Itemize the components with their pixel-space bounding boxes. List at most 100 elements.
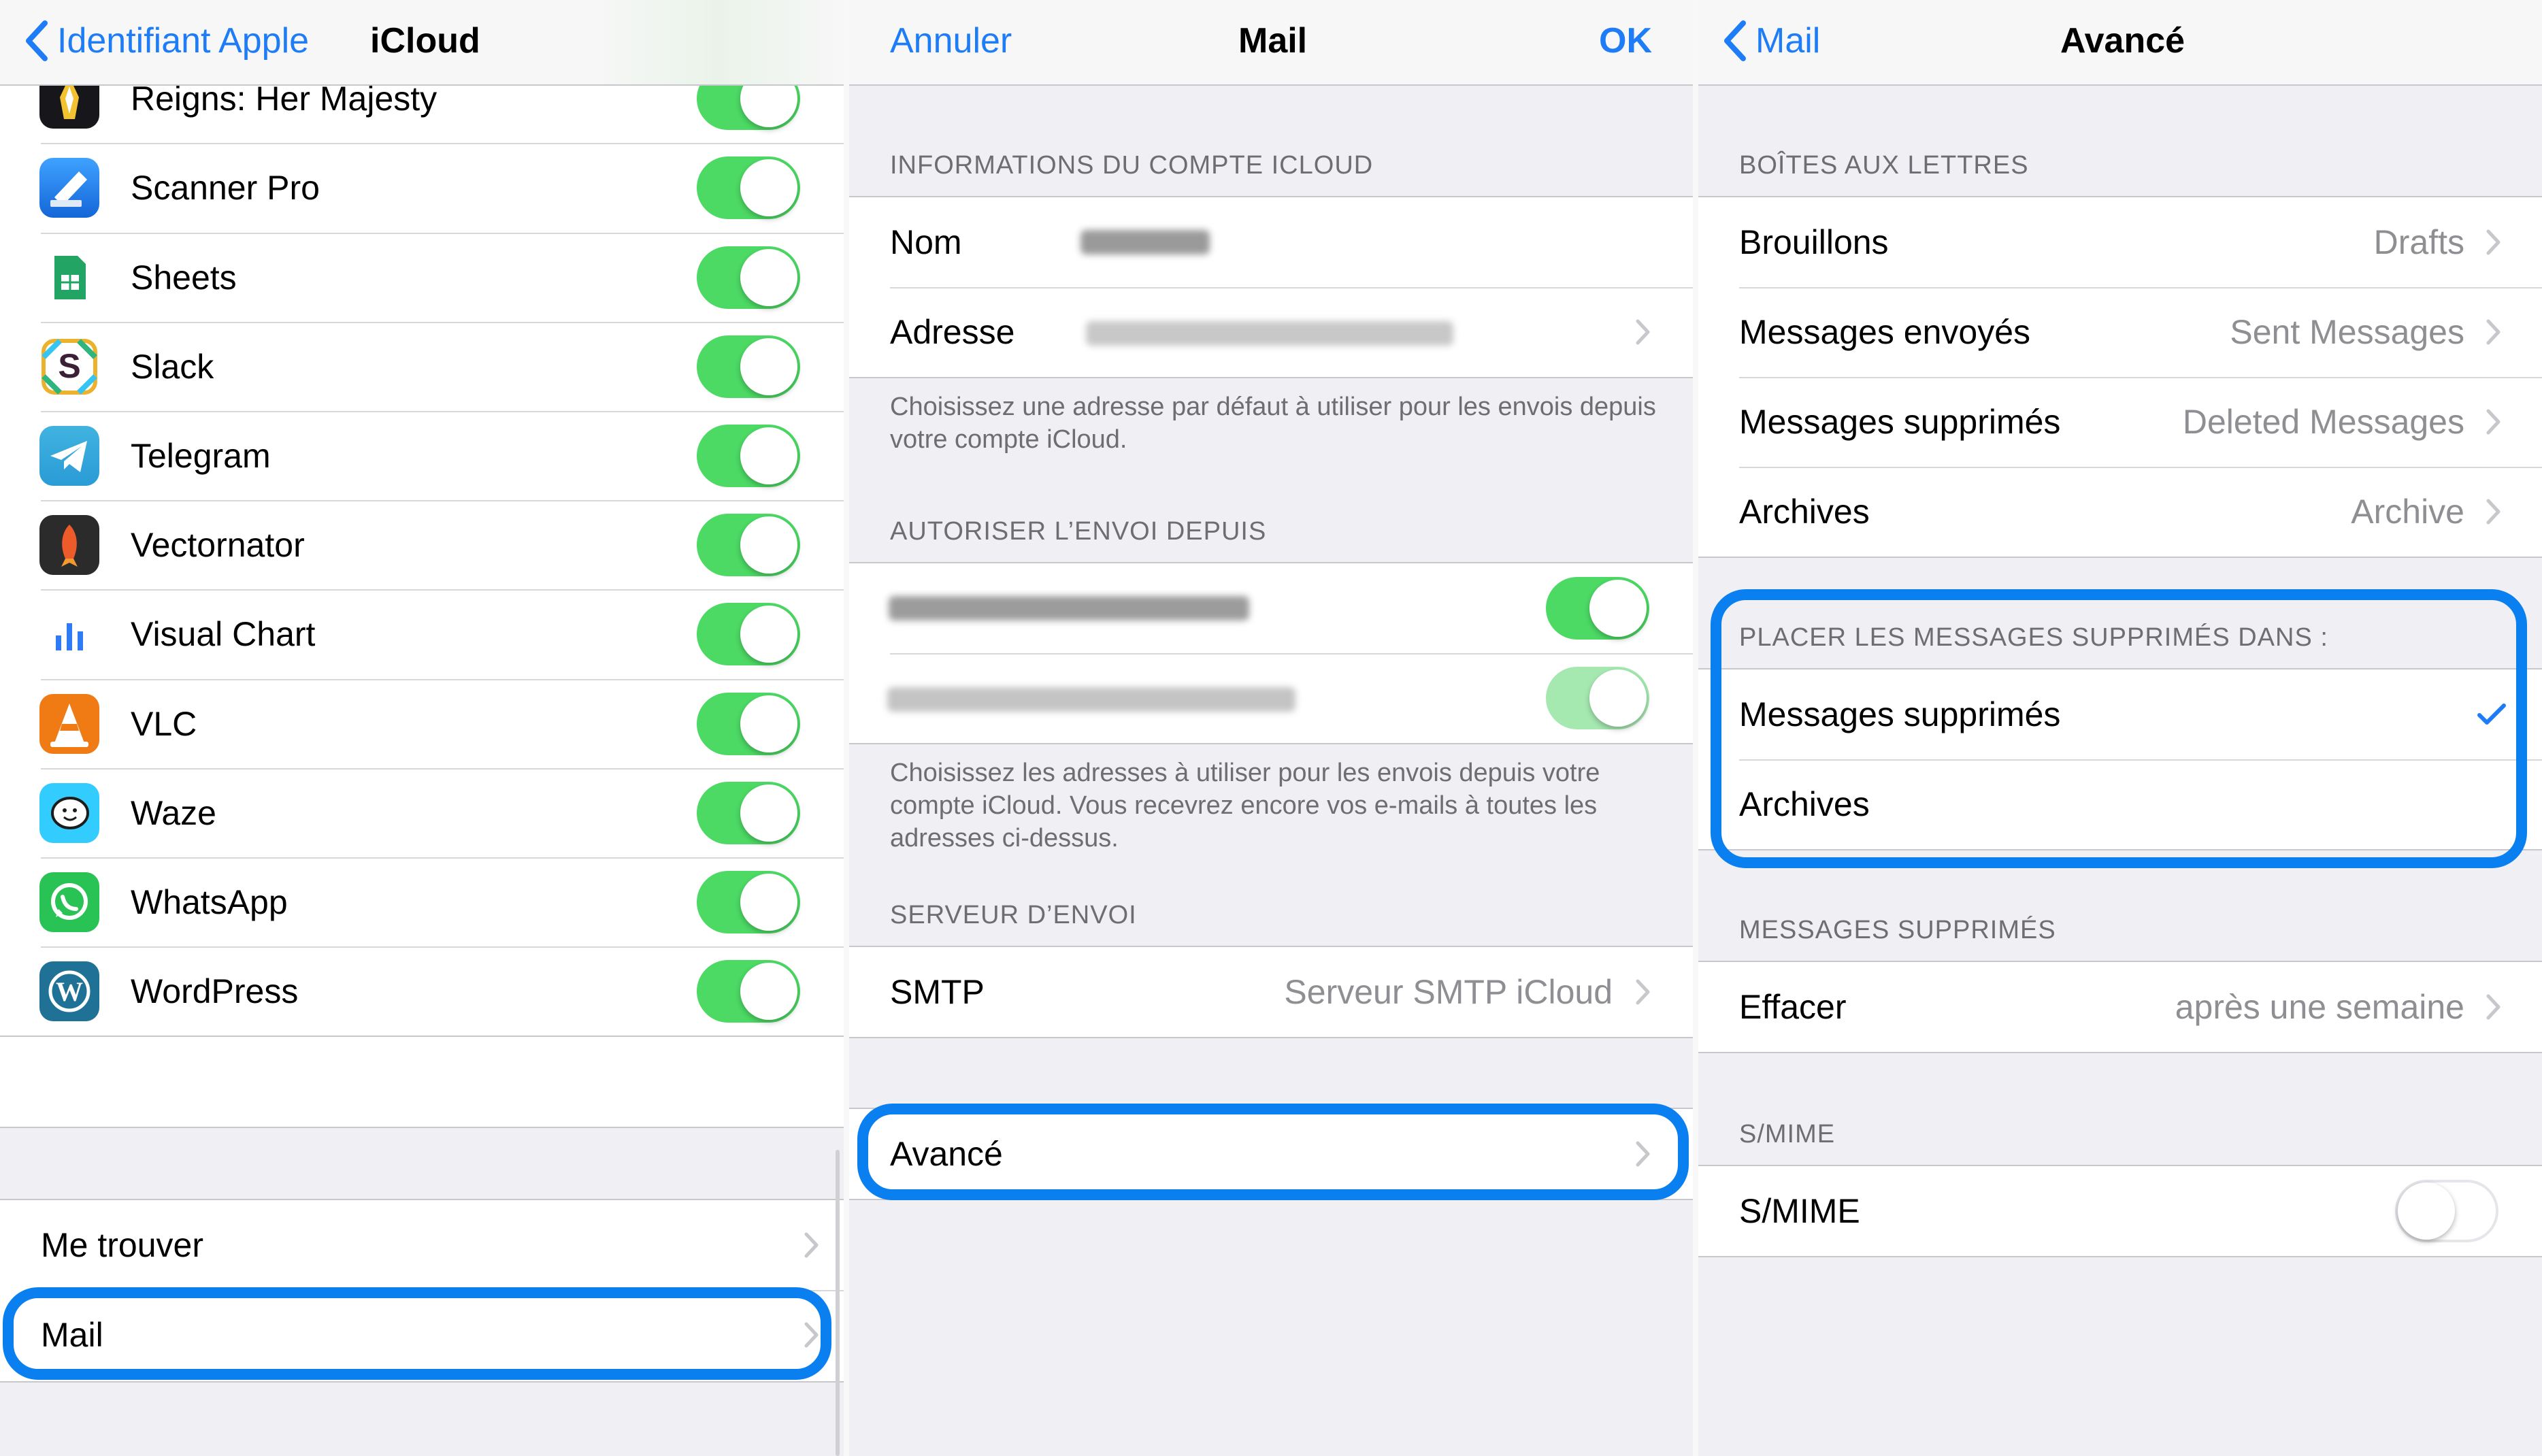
- svg-text:W: W: [56, 976, 83, 1007]
- allow-address-row[interactable]: [849, 653, 1693, 743]
- app-label: WordPress: [131, 972, 299, 1011]
- sheets-icon: [39, 247, 99, 308]
- advanced-row[interactable]: Avancé: [849, 1109, 1693, 1199]
- app-toggle[interactable]: [697, 514, 800, 577]
- app-row-vlc[interactable]: VLC: [0, 678, 844, 769]
- scanner-pro-icon: [39, 158, 99, 218]
- address-footer: Choisissez une adresse par défaut à util…: [890, 393, 1656, 454]
- app-row-vectornator[interactable]: Vectornator: [0, 500, 844, 591]
- advanced-navbar: Mail Avancé: [1698, 0, 2542, 86]
- move-option-row[interactable]: Archives: [1698, 759, 2542, 849]
- erase-row[interactable]: Effacer après une semaine: [1698, 962, 2542, 1052]
- row-divider: [131, 946, 844, 948]
- smime-row[interactable]: S/MIME: [1698, 1166, 2542, 1256]
- mailbox-value: Drafts: [2373, 223, 2464, 261]
- move-option-row[interactable]: Messages supprimés: [1698, 669, 2542, 759]
- whatsapp-icon: [39, 872, 99, 932]
- blurred-name: [1080, 230, 1210, 254]
- name-label: Nom: [890, 223, 962, 261]
- app-toggle[interactable]: [697, 603, 800, 666]
- blurred-address: [887, 687, 1295, 712]
- app-row-wordpress[interactable]: W WordPress: [0, 946, 844, 1037]
- chevron-right-icon: [2486, 409, 2500, 435]
- chevron-right-icon: [2486, 319, 2500, 345]
- row-divider: [131, 589, 844, 591]
- row-divider: [131, 857, 844, 859]
- move-group: Messages supprimés Archives: [1698, 668, 2542, 850]
- mail-label: Mail: [41, 1316, 103, 1354]
- app-row-sheets[interactable]: Sheets: [0, 232, 844, 322]
- app-toggle[interactable]: [697, 960, 800, 1023]
- cancel-button[interactable]: Annuler: [890, 14, 1012, 68]
- svg-text:S: S: [58, 347, 80, 385]
- allow-toggle[interactable]: [1546, 577, 1649, 640]
- server-group: SMTP Serveur SMTP iCloud: [849, 946, 1693, 1038]
- section-header: MESSAGES SUPPRIMÉS: [1739, 916, 2056, 944]
- back-label: Mail: [1755, 21, 1821, 61]
- app-toggle[interactable]: [697, 871, 800, 933]
- app-label: VLC: [131, 704, 197, 743]
- app-label: WhatsApp: [131, 883, 288, 921]
- app-row-waze[interactable]: Waze: [0, 767, 844, 858]
- erase-label: Effacer: [1739, 988, 1847, 1026]
- back-label: Identifiant Apple: [57, 21, 310, 61]
- app-row-telegram[interactable]: Telegram: [0, 411, 844, 501]
- checkmark-icon: [2477, 704, 2506, 725]
- mailbox-label: Archives: [1739, 493, 1870, 531]
- allow-footer: Choisissez les adresses à utiliser pour …: [890, 759, 1600, 853]
- panel-divider: [844, 0, 849, 1456]
- row-divider: [131, 232, 844, 234]
- app-toggle[interactable]: [697, 781, 800, 844]
- mailbox-label: Messages envoyés: [1739, 313, 2031, 351]
- app-row-whatsapp[interactable]: WhatsApp: [0, 857, 844, 947]
- app-toggle[interactable]: [697, 425, 800, 487]
- row-divider: [131, 321, 844, 323]
- row-divider: [131, 500, 844, 502]
- app-toggle[interactable]: [697, 692, 800, 755]
- section-header: BOÎTES AUX LETTRES: [1739, 151, 2029, 180]
- mailbox-row[interactable]: Messages envoyés Sent Messages: [1698, 287, 2542, 377]
- move-option-label: Messages supprimés: [1739, 695, 2061, 733]
- smtp-row[interactable]: SMTP Serveur SMTP iCloud: [849, 947, 1693, 1037]
- app-row-scanner-pro[interactable]: Scanner Pro: [0, 143, 844, 233]
- list-bottom-border: [0, 1036, 844, 1038]
- vectornator-icon: [39, 515, 99, 576]
- address-row[interactable]: Adresse: [849, 287, 1693, 377]
- section-header: INFORMATIONS DU COMPTE ICLOUD: [890, 151, 1374, 180]
- mailbox-row[interactable]: Archives Archive: [1698, 467, 2542, 557]
- chevron-left-icon: [26, 20, 48, 61]
- advanced-label: Avancé: [890, 1135, 1003, 1173]
- section-header: PLACER LES MESSAGES SUPPRIMÉS DANS :: [1739, 623, 2328, 652]
- smime-toggle[interactable]: [2395, 1180, 2498, 1242]
- scrollbar[interactable]: [836, 1150, 840, 1456]
- find-my-label: Me trouver: [41, 1226, 203, 1264]
- slack-icon: S: [39, 336, 99, 397]
- mailboxes-group: Brouillons Drafts Messages envoyés Sent …: [1698, 196, 2542, 558]
- smime-group: S/MIME: [1698, 1165, 2542, 1257]
- app-toggle[interactable]: [697, 246, 800, 309]
- move-option-label: Archives: [1739, 785, 1870, 823]
- visual-chart-icon: [39, 604, 99, 665]
- app-row-visual-chart[interactable]: Visual Chart: [0, 589, 844, 680]
- app-row-slack[interactable]: S Slack: [0, 321, 844, 412]
- mailbox-row[interactable]: Messages supprimés Deleted Messages: [1698, 377, 2542, 467]
- allow-address-row[interactable]: [849, 563, 1693, 653]
- section-header: SERVEUR D’ENVOI: [890, 901, 1137, 929]
- deleted-group: Effacer après une semaine: [1698, 961, 2542, 1053]
- mail-row[interactable]: Mail: [0, 1290, 844, 1380]
- back-button[interactable]: Identifiant Apple: [23, 14, 309, 68]
- page-title: Avancé: [2060, 21, 2185, 61]
- app-label: Sheets: [131, 258, 237, 297]
- app-toggle[interactable]: [697, 156, 800, 220]
- find-my-row[interactable]: Me trouver: [0, 1200, 844, 1290]
- vlc-icon: [39, 693, 99, 754]
- page-title: Mail: [1238, 21, 1308, 61]
- erase-value: après une semaine: [2175, 988, 2464, 1026]
- row-divider: [131, 767, 844, 770]
- mailbox-row[interactable]: Brouillons Drafts: [1698, 197, 2542, 287]
- app-toggle[interactable]: [697, 335, 800, 398]
- allow-toggle[interactable]: [1546, 667, 1649, 729]
- back-button[interactable]: Mail: [1721, 14, 1820, 68]
- ok-button[interactable]: OK: [1599, 14, 1652, 68]
- name-row[interactable]: Nom: [849, 197, 1693, 287]
